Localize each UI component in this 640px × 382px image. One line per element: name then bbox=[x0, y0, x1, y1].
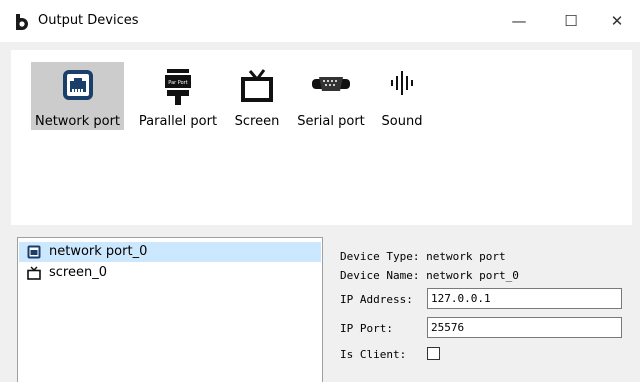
app-logo-icon bbox=[16, 14, 28, 30]
close-button[interactable]: ✕ bbox=[594, 0, 640, 42]
ip-port-label: IP Port: bbox=[340, 322, 393, 335]
parallel-port-badge: Par Port bbox=[168, 80, 187, 86]
screen-icon bbox=[241, 69, 273, 102]
list-item-label: screen_0 bbox=[49, 265, 107, 280]
tool-label: Sound bbox=[381, 114, 423, 129]
device-name-label: Device Name: bbox=[340, 269, 420, 282]
device-type-value: network port bbox=[426, 250, 506, 263]
title-bar: Output Devices — ☐ ✕ bbox=[0, 0, 640, 42]
ip-address-input[interactable]: 127.0.0.1 bbox=[427, 288, 622, 309]
list-item-network-port-0[interactable]: network port_0 bbox=[19, 242, 321, 262]
screen-icon bbox=[27, 266, 41, 280]
minimize-button[interactable]: — bbox=[496, 0, 542, 42]
is-client-label: Is Client: bbox=[340, 348, 407, 361]
tool-network-port[interactable]: Network port bbox=[31, 62, 124, 130]
tool-sound[interactable]: Sound bbox=[377, 62, 427, 130]
maximize-icon: ☐ bbox=[564, 12, 578, 30]
sound-icon bbox=[391, 71, 413, 95]
tool-label: Screen bbox=[234, 114, 280, 129]
list-item-screen-0[interactable]: screen_0 bbox=[19, 263, 321, 283]
is-client-checkbox[interactable] bbox=[427, 347, 440, 360]
tool-label: Parallel port bbox=[138, 114, 218, 129]
serial-port-icon bbox=[312, 77, 350, 91]
device-type-row: Device Type: network port bbox=[340, 250, 506, 263]
parallel-port-icon: Par Port bbox=[165, 69, 191, 105]
window-title: Output Devices bbox=[38, 13, 139, 28]
network-port-icon bbox=[27, 245, 41, 259]
minimize-icon: — bbox=[511, 12, 527, 30]
network-port-icon bbox=[62, 70, 93, 100]
tool-screen[interactable]: Screen bbox=[231, 62, 283, 130]
tool-parallel-port[interactable]: Par Port Parallel port bbox=[136, 62, 220, 130]
device-name-row: Device Name: network port_0 bbox=[340, 269, 519, 282]
list-item-label: network port_0 bbox=[49, 244, 148, 259]
device-name-value: network port_0 bbox=[426, 269, 519, 282]
ip-address-label: IP Address: bbox=[340, 293, 413, 306]
maximize-button[interactable]: ☐ bbox=[548, 0, 594, 42]
ip-port-input[interactable]: 25576 bbox=[427, 317, 622, 338]
tool-serial-port[interactable]: Serial port bbox=[293, 62, 369, 130]
device-type-toolbar: Network port Par Port Parallel port Scre… bbox=[11, 50, 632, 225]
tool-label: Serial port bbox=[297, 114, 365, 129]
device-list[interactable]: network port_0 screen_0 bbox=[17, 237, 323, 382]
tool-label: Network port bbox=[34, 114, 121, 129]
close-icon: ✕ bbox=[610, 12, 624, 30]
device-type-label: Device Type: bbox=[340, 250, 420, 263]
